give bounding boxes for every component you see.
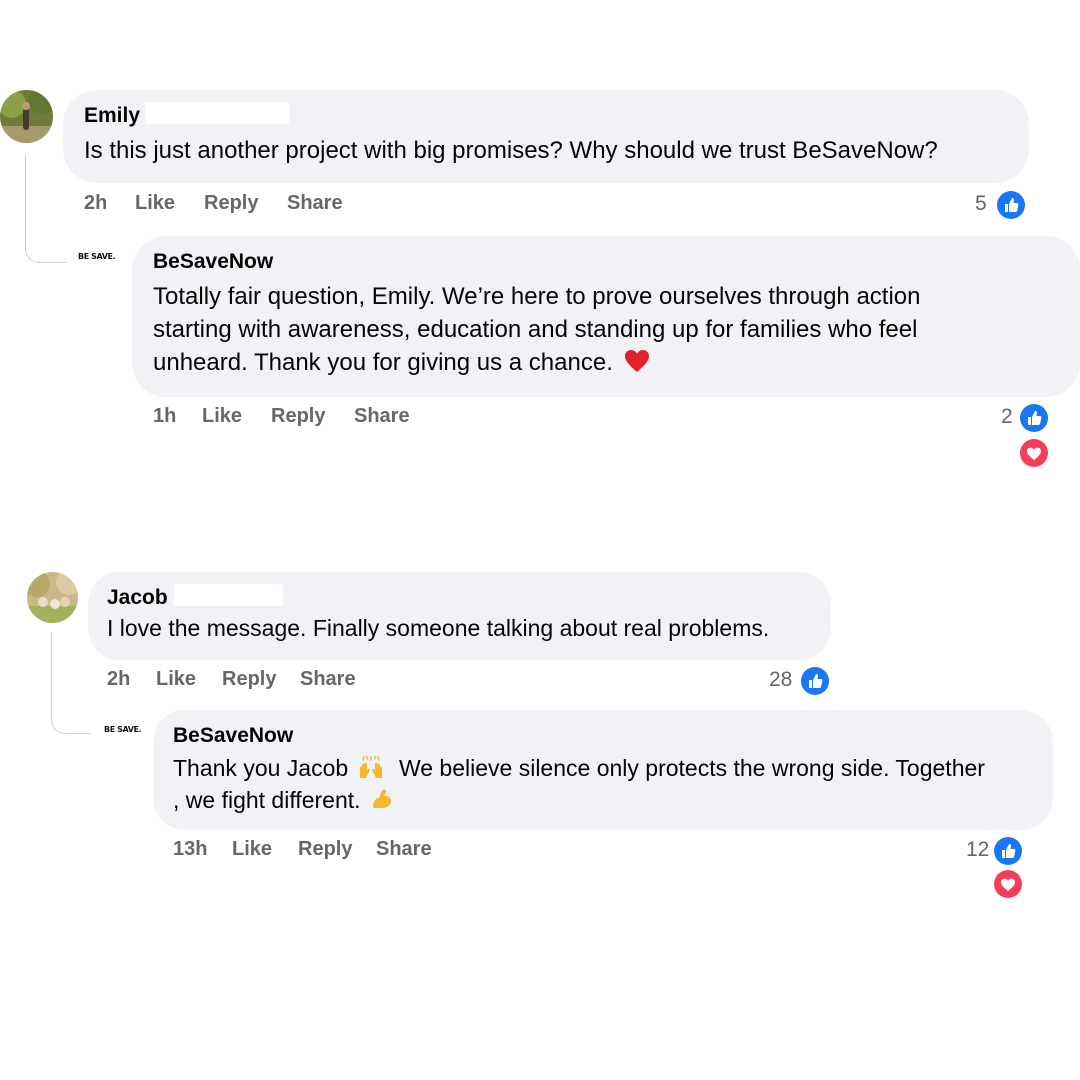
avatar-jacob[interactable]: [27, 572, 78, 623]
reply-actions: 1h Like Reply Share: [153, 405, 453, 429]
like-button[interactable]: Like: [232, 838, 272, 861]
share-button[interactable]: Share: [300, 668, 356, 691]
thread-connector: [25, 155, 66, 263]
thumbs-up-icon: [994, 837, 1022, 865]
share-button[interactable]: Share: [376, 838, 432, 861]
heart-icon: [1020, 439, 1048, 467]
comment-bubble: Emily Is this just another project with …: [63, 90, 1029, 183]
comment-author[interactable]: Jacob: [107, 586, 168, 610]
thumbs-up-icon: [997, 191, 1025, 219]
comment-text: I love the message. Finally someone talk…: [107, 615, 770, 641]
thread-connector: [51, 632, 91, 734]
thumbs-up-icon: [801, 667, 829, 695]
comment-time[interactable]: 2h: [84, 192, 107, 215]
reply-text-line-2: starting with awareness, education and s…: [153, 316, 918, 343]
like-button[interactable]: Like: [156, 668, 196, 691]
comment-bubble: Jacob I love the message. Finally someon…: [88, 572, 831, 660]
reaction-count[interactable]: 12: [966, 838, 989, 862]
avatar-besavenow[interactable]: BE SAVE.: [104, 720, 148, 744]
reply-text-line-1b: We believe silence only protects the wro…: [398, 755, 985, 781]
reaction-count[interactable]: 2: [1001, 405, 1013, 429]
reaction-count[interactable]: 28: [769, 668, 792, 692]
reply-bubble: BeSaveNow Thank you Jacob We believe sil…: [153, 710, 1053, 830]
raised-hands-emoji-icon: [359, 755, 382, 778]
comment-time[interactable]: 2h: [107, 668, 130, 691]
reply-text-line-1: Totally fair question, Emily. We’re here…: [153, 283, 921, 310]
like-button[interactable]: Like: [202, 405, 242, 428]
comment-actions: 2h Like Reply Share: [107, 668, 407, 692]
reply-author[interactable]: BeSaveNow: [173, 724, 293, 748]
reply-text-line-2: , we fight different.: [173, 784, 394, 817]
thumbs-up-icon: [1020, 404, 1048, 432]
reply-actions: 13h Like Reply Share: [173, 838, 473, 862]
reply-text-line-1a: Thank you Jacob: [173, 755, 349, 781]
heart-icon: [994, 870, 1022, 898]
reply-text-line-3: unheard. Thank you for giving us a chanc…: [153, 346, 650, 379]
reply-time[interactable]: 13h: [173, 838, 207, 861]
flexed-biceps-emoji-icon: [372, 789, 391, 808]
reply-button[interactable]: Reply: [298, 838, 352, 861]
avatar-besavenow[interactable]: BE SAVE.: [78, 246, 124, 270]
reply-time[interactable]: 1h: [153, 405, 176, 428]
share-button[interactable]: Share: [287, 192, 343, 215]
reply-button[interactable]: Reply: [204, 192, 258, 215]
reply-text-line-3-content: unheard. Thank you for giving us a chanc…: [153, 349, 613, 376]
comment-text: Is this just another project with big pr…: [84, 137, 938, 164]
reply-button[interactable]: Reply: [222, 668, 276, 691]
reply-button[interactable]: Reply: [271, 405, 325, 428]
reply-bubble: BeSaveNow Totally fair question, Emily. …: [132, 236, 1080, 397]
reply-text-line-1: Thank you Jacob We believe silence only …: [173, 752, 985, 785]
redacted-surname: [174, 584, 283, 606]
red-heart-emoji-icon: [624, 350, 649, 372]
like-button[interactable]: Like: [135, 192, 175, 215]
reply-text-line-2-content: , we fight different.: [173, 787, 361, 813]
brand-logo: BE SAVE.: [78, 252, 116, 261]
comment-author[interactable]: Emily: [84, 104, 140, 128]
comment-actions: 2h Like Reply Share: [84, 192, 384, 216]
avatar-emily[interactable]: [0, 90, 53, 143]
brand-logo: BE SAVE.: [104, 725, 142, 734]
avatar-jacob-photo: [27, 572, 78, 623]
redacted-surname: [145, 102, 289, 124]
avatar-emily-photo: [0, 90, 53, 143]
share-button[interactable]: Share: [354, 405, 410, 428]
reaction-count[interactable]: 5: [975, 192, 987, 216]
reply-author[interactable]: BeSaveNow: [153, 250, 273, 274]
